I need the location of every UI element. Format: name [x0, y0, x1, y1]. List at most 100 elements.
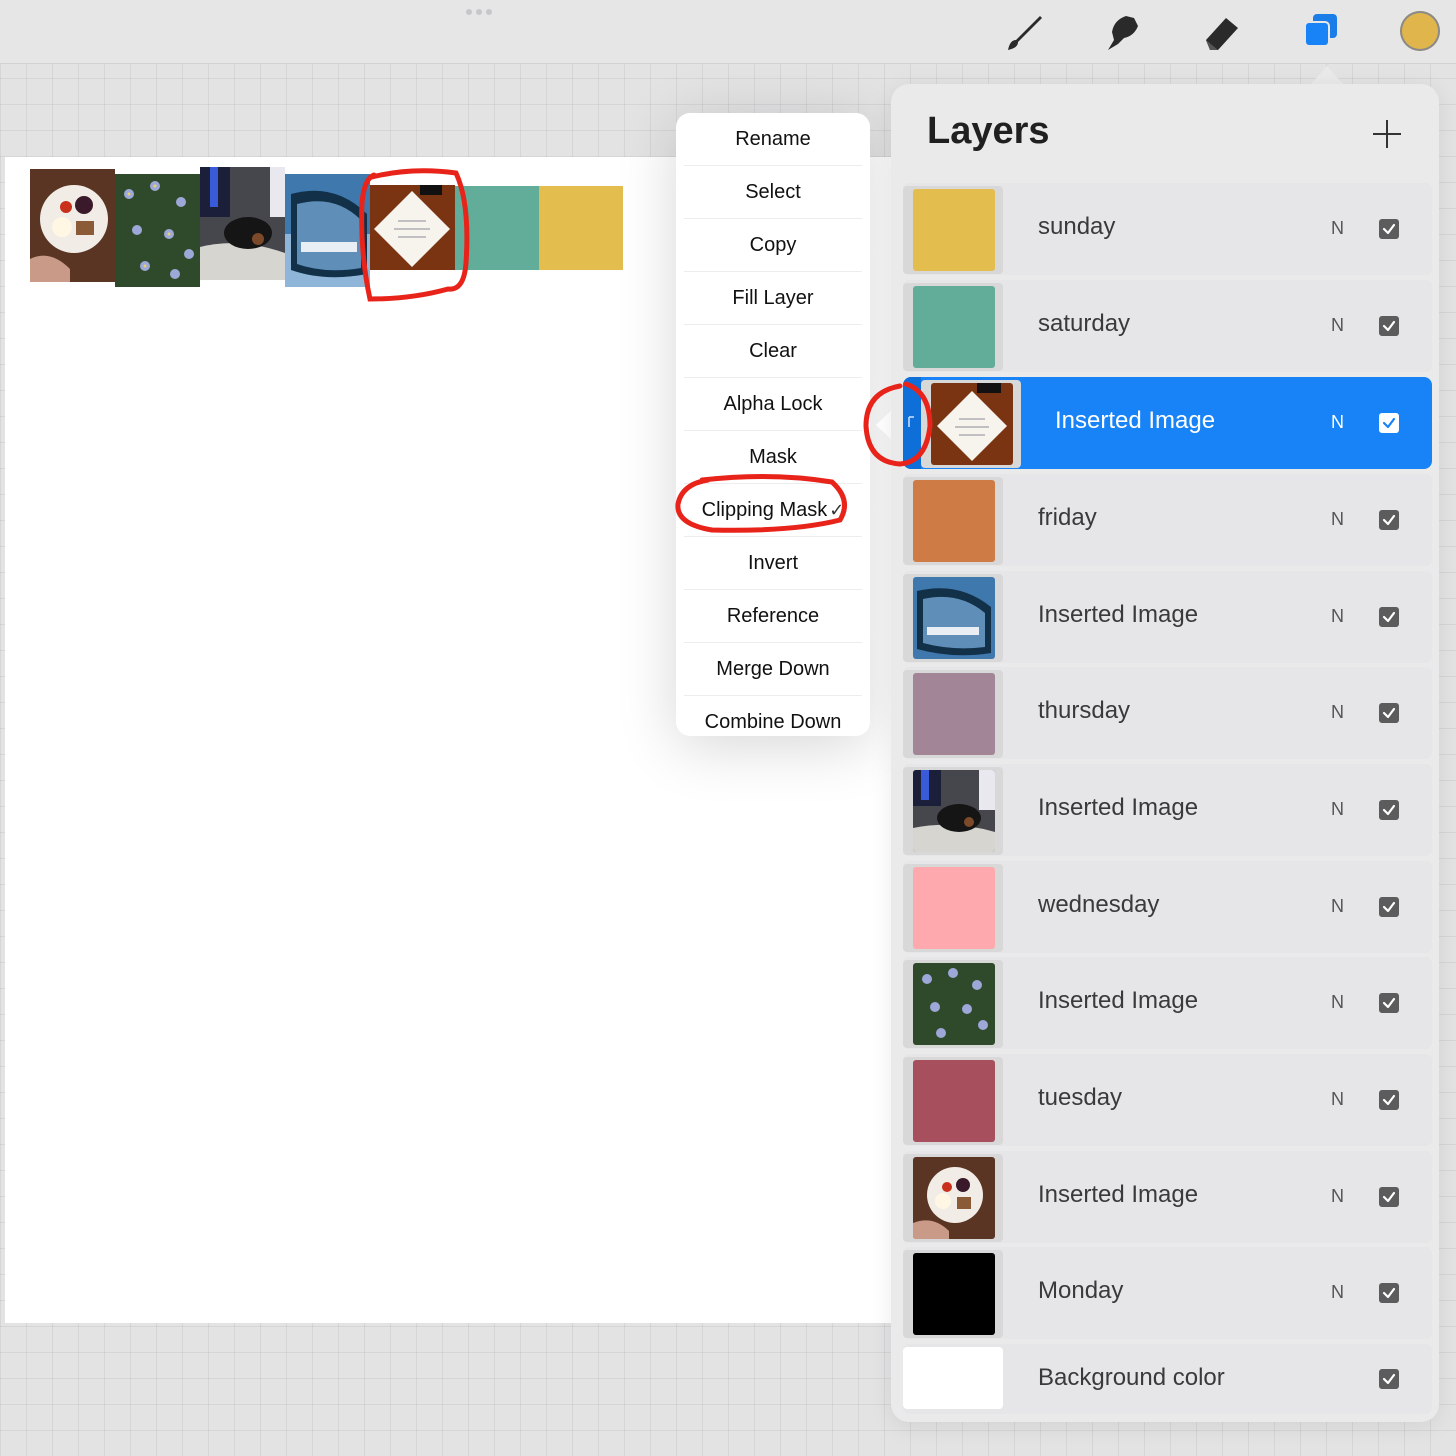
visibility-checkbox[interactable] — [1379, 800, 1399, 820]
layer-name: saturday — [1038, 310, 1131, 337]
layer-name: Inserted Image — [1038, 1181, 1199, 1208]
clipping-indicator-icon — [903, 377, 921, 469]
blend-mode-button[interactable]: N — [1331, 218, 1344, 239]
smudge-icon[interactable] — [1100, 10, 1144, 54]
menu-item-clear[interactable]: Clear — [684, 325, 862, 378]
menu-item-mask[interactable]: Mask — [684, 431, 862, 484]
layer-row-inserted-image[interactable]: Inserted Image N — [903, 1151, 1432, 1243]
dog-photo-icon — [200, 167, 285, 280]
layer-name: tuesday — [1038, 1084, 1123, 1111]
layer-thumbnail — [913, 867, 995, 949]
panel-pointer — [1310, 66, 1344, 85]
layer-thumbnail — [913, 1253, 995, 1335]
layer-row-monday[interactable]: Monday N — [903, 1247, 1432, 1339]
plus-icon[interactable] — [1369, 116, 1405, 152]
food-plate-photo-icon — [913, 1157, 995, 1239]
blend-mode-button[interactable]: N — [1331, 1282, 1344, 1303]
layer-row-saturday[interactable]: saturday N — [903, 280, 1432, 372]
food-plate-photo-icon — [30, 169, 115, 282]
layer-name: Inserted Image — [1055, 407, 1216, 434]
blend-mode-button[interactable]: N — [1331, 412, 1344, 433]
top-toolbar — [0, 0, 1456, 64]
visibility-checkbox[interactable] — [1379, 1090, 1399, 1110]
menu-item-label: Copy — [749, 233, 797, 256]
layer-row-inserted-image[interactable]: Inserted Image N — [903, 571, 1432, 663]
layer-name: Inserted Image — [1038, 987, 1199, 1014]
blend-mode-button[interactable]: N — [1331, 1089, 1344, 1110]
menu-item-label: Combine Down — [704, 710, 842, 733]
visibility-checkbox[interactable] — [1379, 607, 1399, 627]
visibility-checkbox[interactable] — [1379, 316, 1399, 336]
menu-item-label: Mask — [749, 445, 797, 468]
blend-mode-button[interactable]: N — [1331, 702, 1344, 723]
blend-mode-button[interactable]: N — [1331, 1186, 1344, 1207]
menu-item-reference[interactable]: Reference — [684, 590, 862, 643]
car-mirror-photo-icon — [285, 174, 370, 287]
layer-name: Inserted Image — [1038, 601, 1199, 628]
blend-mode-button[interactable]: N — [1331, 896, 1344, 917]
menu-item-alpha-lock[interactable]: Alpha Lock — [684, 378, 862, 431]
layer-row-inserted-image[interactable]: Inserted Image N — [903, 377, 1432, 469]
menu-item-label: Clipping Mask — [701, 498, 828, 521]
menu-item-label: Reference — [726, 604, 820, 627]
visibility-checkbox[interactable] — [1379, 897, 1399, 917]
menu-item-label: Rename — [735, 127, 811, 150]
flowers-photo-icon — [115, 174, 200, 287]
visibility-checkbox[interactable] — [1379, 993, 1399, 1013]
teal-color-block — [455, 186, 539, 270]
note-photo-icon — [370, 185, 455, 270]
menu-item-select[interactable]: Select — [684, 166, 862, 219]
menu-item-fill-layer[interactable]: Fill Layer — [684, 272, 862, 325]
checkmark-icon: ✓ — [829, 499, 845, 520]
menu-item-label: Select — [745, 180, 801, 203]
dog-photo-icon — [913, 770, 995, 852]
layer-name: sunday — [1038, 213, 1116, 240]
layer-name: Background color — [1038, 1364, 1225, 1391]
brush-icon[interactable] — [1002, 10, 1046, 54]
menu-item-label: Fill Layer — [732, 286, 814, 309]
grabber-handle[interactable] — [466, 9, 492, 15]
menu-item-clipping-mask[interactable]: Clipping Mask ✓ — [684, 484, 862, 537]
menu-item-rename[interactable]: Rename — [684, 113, 862, 166]
blend-mode-button[interactable]: N — [1331, 606, 1344, 627]
layer-row-thursday[interactable]: thursday N — [903, 667, 1432, 759]
visibility-checkbox[interactable] — [1379, 413, 1399, 433]
visibility-checkbox[interactable] — [1379, 219, 1399, 239]
yellow-color-block — [539, 186, 623, 270]
layer-thumbnail — [913, 1350, 995, 1406]
menu-item-invert[interactable]: Invert — [684, 537, 862, 590]
menu-item-label: Invert — [747, 551, 799, 574]
layer-thumbnail — [913, 286, 995, 368]
layer-options-menu: Rename Select Copy Fill Layer Clear Alpha Loc… — [676, 113, 870, 736]
menu-item-label: Alpha Lock — [723, 392, 823, 415]
visibility-checkbox[interactable] — [1379, 1283, 1399, 1303]
blend-mode-button[interactable]: N — [1331, 799, 1344, 820]
layer-row-friday[interactable]: friday N — [903, 474, 1432, 566]
menu-item-label: Clear — [749, 339, 797, 362]
blend-mode-button[interactable]: N — [1331, 509, 1344, 530]
layers-icon[interactable] — [1299, 10, 1343, 54]
layer-row-background-color[interactable]: Background color — [903, 1344, 1432, 1414]
panel-title: Layers — [927, 110, 1050, 152]
menu-item-copy[interactable]: Copy — [684, 219, 862, 272]
visibility-checkbox[interactable] — [1379, 1369, 1399, 1389]
eraser-icon[interactable] — [1200, 10, 1244, 54]
blend-mode-button[interactable]: N — [1331, 315, 1344, 336]
layer-name: friday — [1038, 504, 1097, 531]
layer-row-sunday[interactable]: sunday N — [903, 183, 1432, 275]
layer-row-inserted-image[interactable]: Inserted Image N — [903, 764, 1432, 856]
visibility-checkbox[interactable] — [1379, 703, 1399, 723]
layer-thumbnail — [913, 1060, 995, 1142]
layer-row-inserted-image[interactable]: Inserted Image N — [903, 957, 1432, 1049]
flowers-photo-icon — [913, 963, 995, 1045]
layer-row-tuesday[interactable]: tuesday N — [903, 1054, 1432, 1146]
layer-row-wednesday[interactable]: wednesday N — [903, 861, 1432, 953]
menu-item-label: Merge Down — [716, 657, 830, 680]
car-mirror-photo-icon — [913, 577, 995, 659]
current-color-swatch[interactable] — [1400, 11, 1440, 51]
menu-item-merge-down[interactable]: Merge Down — [684, 643, 862, 696]
blend-mode-button[interactable]: N — [1331, 992, 1344, 1013]
menu-item-combine-down[interactable]: Combine Down — [684, 696, 862, 748]
visibility-checkbox[interactable] — [1379, 1187, 1399, 1207]
visibility-checkbox[interactable] — [1379, 510, 1399, 530]
